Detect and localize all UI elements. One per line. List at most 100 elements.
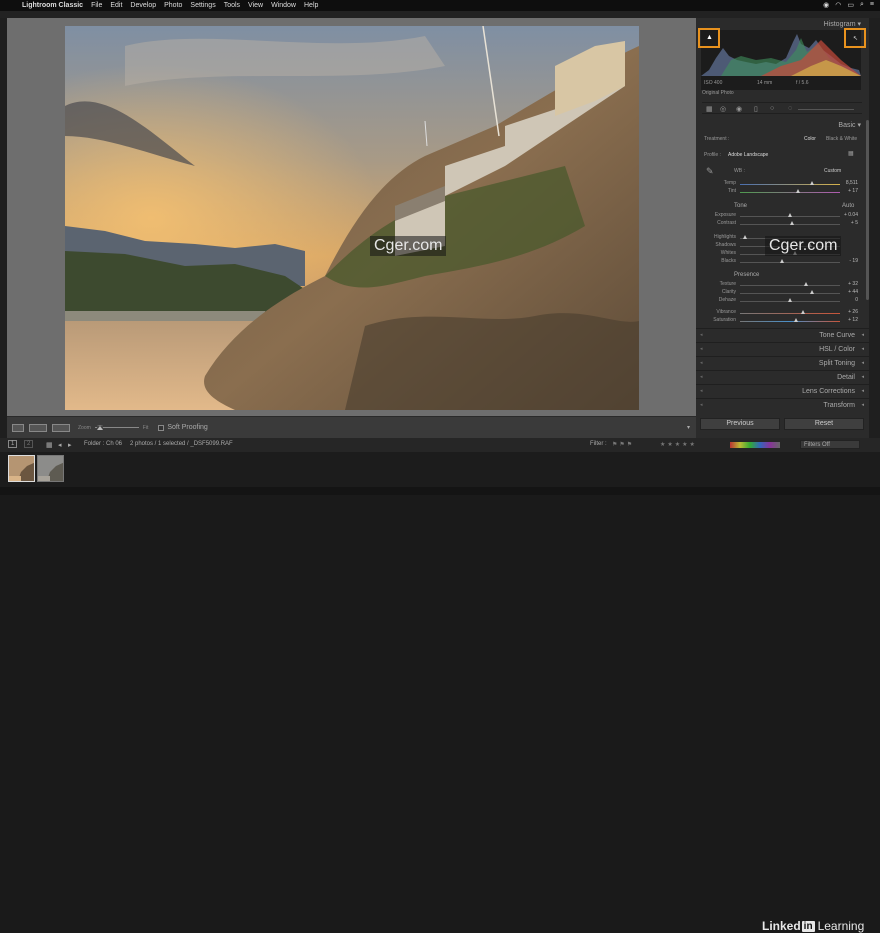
panel-toggle-icon[interactable]: ◂ [700, 346, 703, 352]
treatment-bw[interactable]: Black & White [826, 136, 857, 142]
slider-track[interactable] [740, 298, 840, 302]
search-icon[interactable]: ⌕ [860, 1, 864, 9]
left-panel-collapsed[interactable] [0, 18, 7, 438]
panel-toggle-icon[interactable]: ◂ [700, 402, 703, 408]
reset-button[interactable]: Reset [784, 418, 864, 430]
forward-arrow-icon[interactable]: ▸ [68, 441, 72, 449]
slider-track[interactable] [740, 181, 840, 185]
menu-view[interactable]: View [248, 2, 263, 9]
menu-edit[interactable]: Edit [110, 2, 122, 9]
original-photo-label[interactable]: Original Photo [702, 90, 734, 96]
control-center-icon[interactable]: ≡ [870, 1, 874, 9]
slider-value[interactable]: + 32 [848, 281, 858, 287]
slider-tint[interactable]: Tint + 17 [708, 188, 858, 196]
slider-value[interactable]: 0 [855, 297, 858, 303]
slider-clarity[interactable]: Clarity + 44 [708, 289, 858, 297]
slider-knob[interactable] [788, 213, 792, 217]
slider-knob[interactable] [810, 290, 814, 294]
panel-toggle-icon[interactable]: ◂ [700, 388, 703, 394]
creative-cloud-icon[interactable]: ◉ [823, 1, 829, 9]
flag-filter-icons[interactable]: ⚑⚑⚑ [612, 441, 634, 448]
before-after-swap-button[interactable] [52, 423, 70, 432]
tone-auto-button[interactable]: Auto [842, 203, 854, 209]
slider-value[interactable]: + 17 [848, 188, 858, 194]
slider-value[interactable]: + 5 [851, 220, 858, 226]
color-label-filters[interactable] [730, 442, 780, 448]
wb-dropdown[interactable]: Custom [824, 168, 841, 174]
photo-preview[interactable] [65, 26, 639, 410]
basic-header[interactable]: Basic ▾ [838, 121, 861, 129]
menu-develop[interactable]: Develop [130, 2, 156, 9]
eyedropper-icon[interactable]: ✎ [706, 166, 714, 177]
panel-tone-curve[interactable]: ◂ Tone Curve ◂ [696, 328, 869, 342]
profile-dropdown[interactable]: Adobe Landscape [728, 152, 768, 158]
slider-knob[interactable] [743, 235, 747, 239]
slider-knob[interactable] [804, 282, 808, 286]
red-eye-icon[interactable]: ◉ [736, 105, 742, 113]
slider-value[interactable]: + 0.04 [844, 212, 858, 218]
slider-knob[interactable] [794, 318, 798, 322]
brush-size-slider[interactable] [798, 109, 854, 110]
slider-track[interactable] [740, 189, 840, 193]
slider-exposure[interactable]: Exposure + 0.04 [708, 212, 858, 220]
panel-transform[interactable]: ◂ Transform ◂ [696, 398, 869, 412]
filters-off-dropdown[interactable]: Filters Off [800, 440, 860, 449]
slider-knob[interactable] [780, 259, 784, 263]
menu-file[interactable]: File [91, 2, 102, 9]
profile-browser-icon[interactable]: ▦ [848, 150, 854, 157]
slider-track[interactable] [740, 259, 840, 263]
slider-track[interactable] [740, 318, 840, 322]
soft-proofing-checkbox[interactable] [158, 424, 165, 431]
zoom-slider-thumb[interactable] [96, 425, 103, 430]
spot-removal-icon[interactable]: ◎ [720, 105, 726, 113]
slider-track[interactable] [740, 310, 840, 314]
slider-dehaze[interactable]: Dehaze 0 [708, 297, 858, 305]
slider-value[interactable]: + 44 [848, 289, 858, 295]
toolbar-menu-icon[interactable]: ▾ [687, 424, 690, 431]
filmstrip-thumbnail-selected[interactable] [8, 455, 35, 482]
slider-track[interactable] [740, 213, 840, 217]
soft-proofing-toggle[interactable]: Soft Proofing [158, 424, 208, 431]
slider-value[interactable]: + 26 [848, 309, 858, 315]
graduated-filter-icon[interactable]: ▯ [754, 105, 758, 113]
slider-track[interactable] [740, 290, 840, 294]
menu-tools[interactable]: Tools [224, 2, 240, 9]
menu-photo[interactable]: Photo [164, 2, 182, 9]
slider-knob[interactable] [788, 298, 792, 302]
top-panel-collapsed[interactable] [0, 11, 880, 18]
slider-value[interactable]: 8,511 [846, 180, 858, 186]
slider-track[interactable] [740, 282, 840, 286]
slider-value[interactable]: - 19 [849, 258, 858, 264]
page-2-button[interactable]: 2 [24, 440, 34, 448]
panel-hsl-color[interactable]: ◂ HSL / Color ◂ [696, 342, 869, 356]
slider-knob[interactable] [801, 310, 805, 314]
adjustment-brush-icon[interactable]: ◌ [788, 105, 792, 112]
selection-info[interactable]: 2 photos / 1 selected / _DSF5099.RAF [130, 441, 233, 447]
wifi-icon[interactable]: ◠ [835, 1, 841, 9]
panel-scrollbar[interactable] [866, 120, 869, 300]
slider-saturation[interactable]: Saturation + 12 [708, 317, 858, 325]
slider-contrast[interactable]: Contrast + 5 [708, 220, 858, 228]
slider-knob[interactable] [790, 221, 794, 225]
folder-label[interactable]: Folder : Ch 06 [84, 441, 122, 447]
loupe-view-button[interactable] [12, 423, 24, 432]
back-arrow-icon[interactable]: ◂ [58, 441, 62, 449]
menu-settings[interactable]: Settings [190, 2, 215, 9]
grid-view-icon[interactable]: ▦ [46, 441, 53, 449]
panel-toggle-icon[interactable]: ◂ [700, 374, 703, 380]
slider-track[interactable] [740, 221, 840, 225]
slider-knob[interactable] [796, 189, 800, 193]
right-panel-edge[interactable] [869, 18, 880, 438]
app-name[interactable]: Lightroom Classic [22, 2, 83, 9]
treatment-color[interactable]: Color [804, 136, 816, 142]
slider-vibrance[interactable]: Vibrance + 26 [708, 309, 858, 317]
histogram[interactable]: ISO 400 14 mm f / 5.6 [701, 30, 861, 90]
slider-texture[interactable]: Texture + 32 [708, 281, 858, 289]
panel-lens-corrections[interactable]: ◂ Lens Corrections ◂ [696, 384, 869, 398]
zoom-slider[interactable] [94, 425, 139, 430]
menu-help[interactable]: Help [304, 2, 318, 9]
crop-tool-icon[interactable]: ▦ [706, 105, 713, 113]
panel-split-toning[interactable]: ◂ Split Toning ◂ [696, 356, 869, 370]
slider-temp[interactable]: Temp 8,511 [708, 180, 858, 188]
battery-icon[interactable]: ▭ [847, 1, 854, 9]
